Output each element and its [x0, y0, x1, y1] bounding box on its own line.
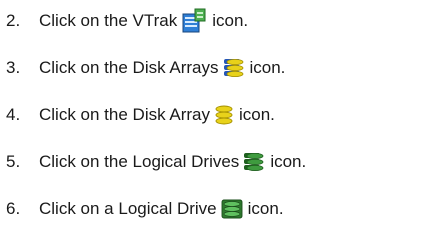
- disk-arrays-icon: [223, 57, 245, 79]
- step-number: 6.: [6, 199, 21, 218]
- step-number: 3.: [6, 58, 21, 77]
- logical-drives-icon: [243, 151, 265, 173]
- step-text-suffix: icon.: [249, 58, 286, 77]
- step-number: 2.: [6, 11, 21, 30]
- step-6: 6. Click on a Logical Drive icon.: [6, 194, 284, 224]
- vtrak-icon: [181, 8, 207, 34]
- step-2: 2. Click on the VTrak icon.: [6, 6, 248, 36]
- instruction-steps: 2. Click on the VTrak icon. 3. Click on …: [0, 0, 434, 245]
- step-number: 4.: [6, 105, 21, 124]
- step-text: Click on the VTrak: [39, 11, 178, 30]
- step-text: Click on a Logical Drive: [39, 199, 217, 218]
- step-4: 4. Click on the Disk Array icon.: [6, 100, 275, 130]
- step-text-suffix: icon.: [247, 199, 284, 218]
- step-text-suffix: icon.: [239, 105, 275, 124]
- step-3: 3. Click on the Disk Arrays icon.: [6, 53, 285, 83]
- step-number: 5.: [6, 152, 21, 171]
- disk-array-icon: [214, 104, 234, 126]
- step-text-suffix: icon.: [270, 152, 307, 171]
- logical-drive-icon: [221, 198, 243, 220]
- step-text-suffix: icon.: [212, 11, 249, 30]
- step-text: Click on the Disk Arrays: [39, 58, 219, 77]
- step-text: Click on the Logical Drives: [39, 152, 240, 171]
- step-text: Click on the Disk Array: [39, 105, 210, 124]
- step-5: 5. Click on the Logical Drives icon.: [6, 147, 306, 177]
